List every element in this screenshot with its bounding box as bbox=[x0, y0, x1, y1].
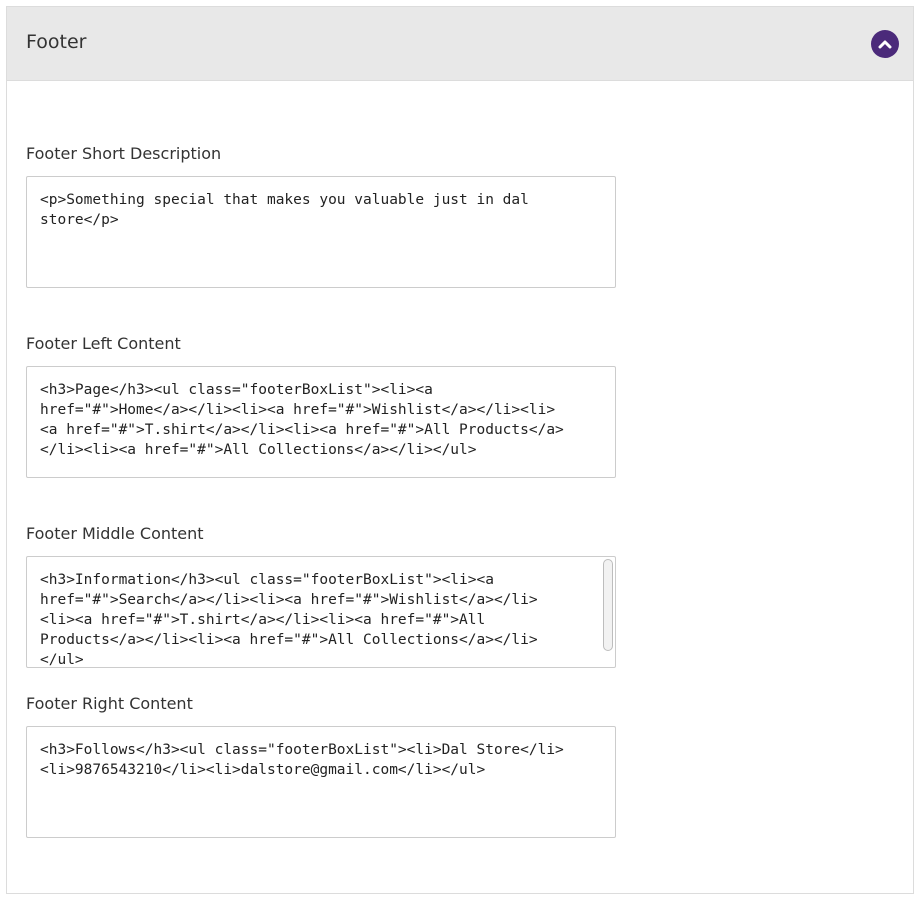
footer-short-description-label: Footer Short Description bbox=[26, 144, 222, 163]
footer-middle-content-scrollbar[interactable] bbox=[603, 559, 613, 651]
footer-middle-content-label: Footer Middle Content bbox=[26, 524, 204, 543]
footer-left-content-value: <h3>Page</h3><ul class="footerBoxList"><… bbox=[40, 382, 564, 458]
footer-right-content-value: <h3>Follows</h3><ul class="footerBoxList… bbox=[40, 742, 564, 778]
footer-middle-content-value: <h3>Information</h3><ul class="footerBox… bbox=[40, 572, 538, 668]
footer-middle-content-textarea[interactable]: <h3>Information</h3><ul class="footerBox… bbox=[26, 556, 616, 668]
footer-short-description-textarea[interactable]: <p>Something special that makes you valu… bbox=[26, 176, 616, 288]
footer-right-content-textarea[interactable]: <h3>Follows</h3><ul class="footerBoxList… bbox=[26, 726, 616, 838]
chevron-up-icon bbox=[878, 40, 892, 49]
collapse-toggle-button[interactable] bbox=[871, 30, 899, 58]
footer-settings-panel: Footer Footer Short Description <p>Somet… bbox=[6, 6, 914, 894]
footer-short-description-value: <p>Something special that makes you valu… bbox=[40, 192, 529, 228]
footer-left-content-label: Footer Left Content bbox=[26, 334, 181, 353]
footer-right-content-label: Footer Right Content bbox=[26, 694, 193, 713]
panel-header[interactable]: Footer bbox=[7, 7, 913, 81]
panel-title: Footer bbox=[26, 31, 87, 53]
footer-left-content-textarea[interactable]: <h3>Page</h3><ul class="footerBoxList"><… bbox=[26, 366, 616, 478]
